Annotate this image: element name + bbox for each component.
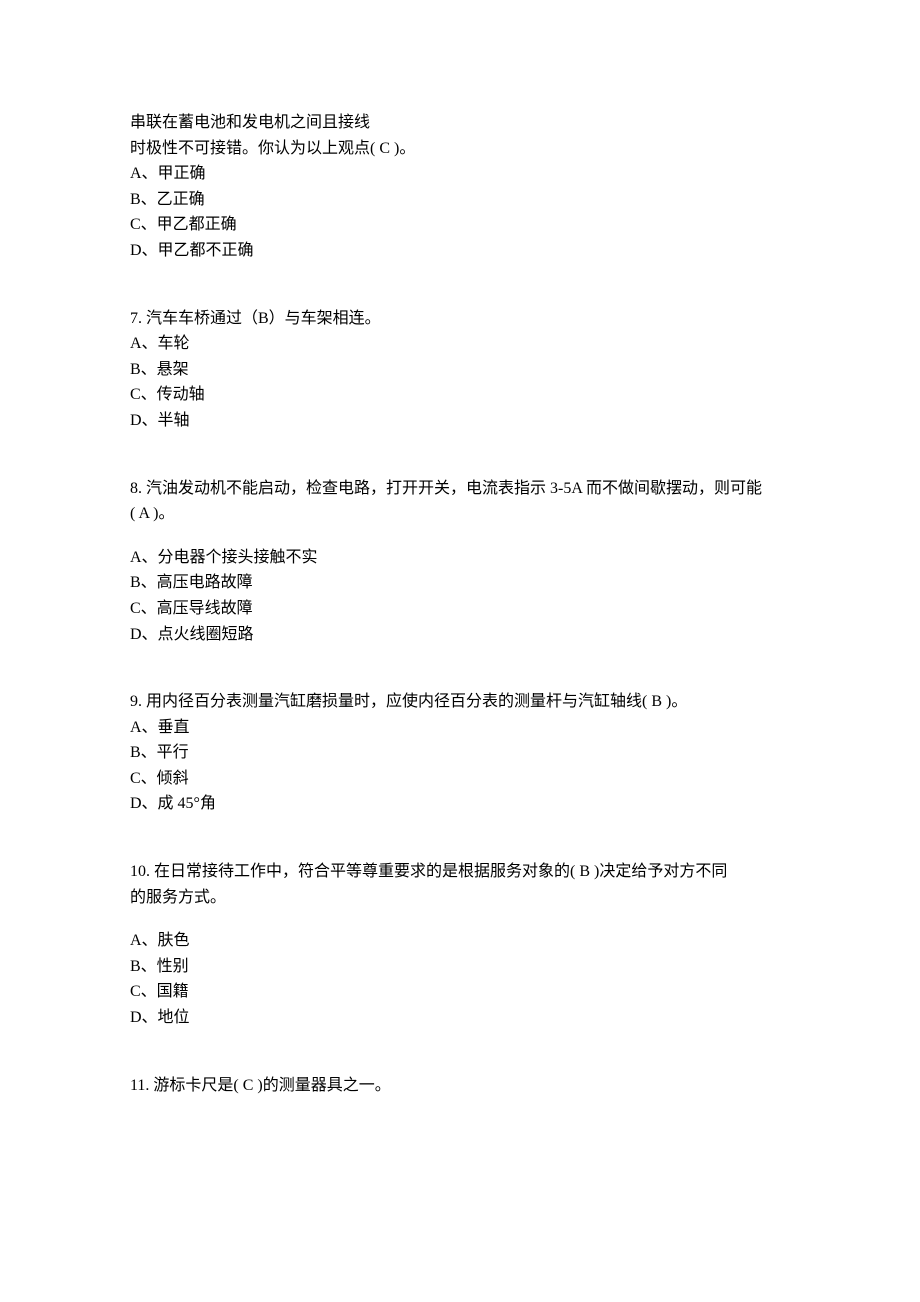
question-stem-line: 时极性不可接错。你认为以上观点( C )。 xyxy=(130,136,790,162)
option-b: B、性别 xyxy=(130,954,790,980)
option-b: B、高压电路故障 xyxy=(130,570,790,596)
option-a: A、甲正确 xyxy=(130,161,790,187)
option-d: D、成 45°角 xyxy=(130,791,790,817)
option-d: D、地位 xyxy=(130,1005,790,1031)
option-a: A、垂直 xyxy=(130,715,790,741)
option-c: C、甲乙都正确 xyxy=(130,212,790,238)
option-a: A、肤色 xyxy=(130,928,790,954)
option-c: C、倾斜 xyxy=(130,766,790,792)
option-b: B、悬架 xyxy=(130,357,790,383)
question-10: 10. 在日常接待工作中，符合平等尊重要求的是根据服务对象的( B )决定给予对… xyxy=(130,859,790,1031)
option-b: B、平行 xyxy=(130,740,790,766)
document-page: 串联在蓄电池和发电机之间且接线 时极性不可接错。你认为以上观点( C )。 A、… xyxy=(0,0,920,1302)
question-stem-line: 8. 汽油发动机不能启动，检查电路，打开开关，电流表指示 3-5A 而不做间歇摆… xyxy=(130,476,790,502)
question-9: 9. 用内径百分表测量汽缸磨损量时，应使内径百分表的测量杆与汽缸轴线( B )。… xyxy=(130,689,790,817)
question-11: 11. 游标卡尺是( C )的测量器具之一。 xyxy=(130,1073,790,1099)
question-stem: 7. 汽车车桥通过（B）与车架相连。 xyxy=(130,306,790,332)
question-stem: 9. 用内径百分表测量汽缸磨损量时，应使内径百分表的测量杆与汽缸轴线( B )。 xyxy=(130,689,790,715)
question-stem-line: ( A )。 xyxy=(130,501,790,527)
option-a: A、分电器个接头接触不实 xyxy=(130,545,790,571)
question-stem-line: 的服务方式。 xyxy=(130,885,790,911)
option-a: A、车轮 xyxy=(130,331,790,357)
question-7: 7. 汽车车桥通过（B）与车架相连。 A、车轮 B、悬架 C、传动轴 D、半轴 xyxy=(130,306,790,434)
option-d: D、半轴 xyxy=(130,408,790,434)
option-b: B、乙正确 xyxy=(130,187,790,213)
option-c: C、高压导线故障 xyxy=(130,596,790,622)
option-c: C、传动轴 xyxy=(130,382,790,408)
question-stem-line: 10. 在日常接待工作中，符合平等尊重要求的是根据服务对象的( B )决定给予对… xyxy=(130,859,790,885)
question-6: 串联在蓄电池和发电机之间且接线 时极性不可接错。你认为以上观点( C )。 A、… xyxy=(130,110,790,264)
question-8: 8. 汽油发动机不能启动，检查电路，打开开关，电流表指示 3-5A 而不做间歇摆… xyxy=(130,476,790,648)
option-c: C、国籍 xyxy=(130,979,790,1005)
question-stem: 11. 游标卡尺是( C )的测量器具之一。 xyxy=(130,1073,790,1099)
question-stem-line: 串联在蓄电池和发电机之间且接线 xyxy=(130,110,790,136)
option-d: D、甲乙都不正确 xyxy=(130,238,790,264)
option-d: D、点火线圈短路 xyxy=(130,622,790,648)
